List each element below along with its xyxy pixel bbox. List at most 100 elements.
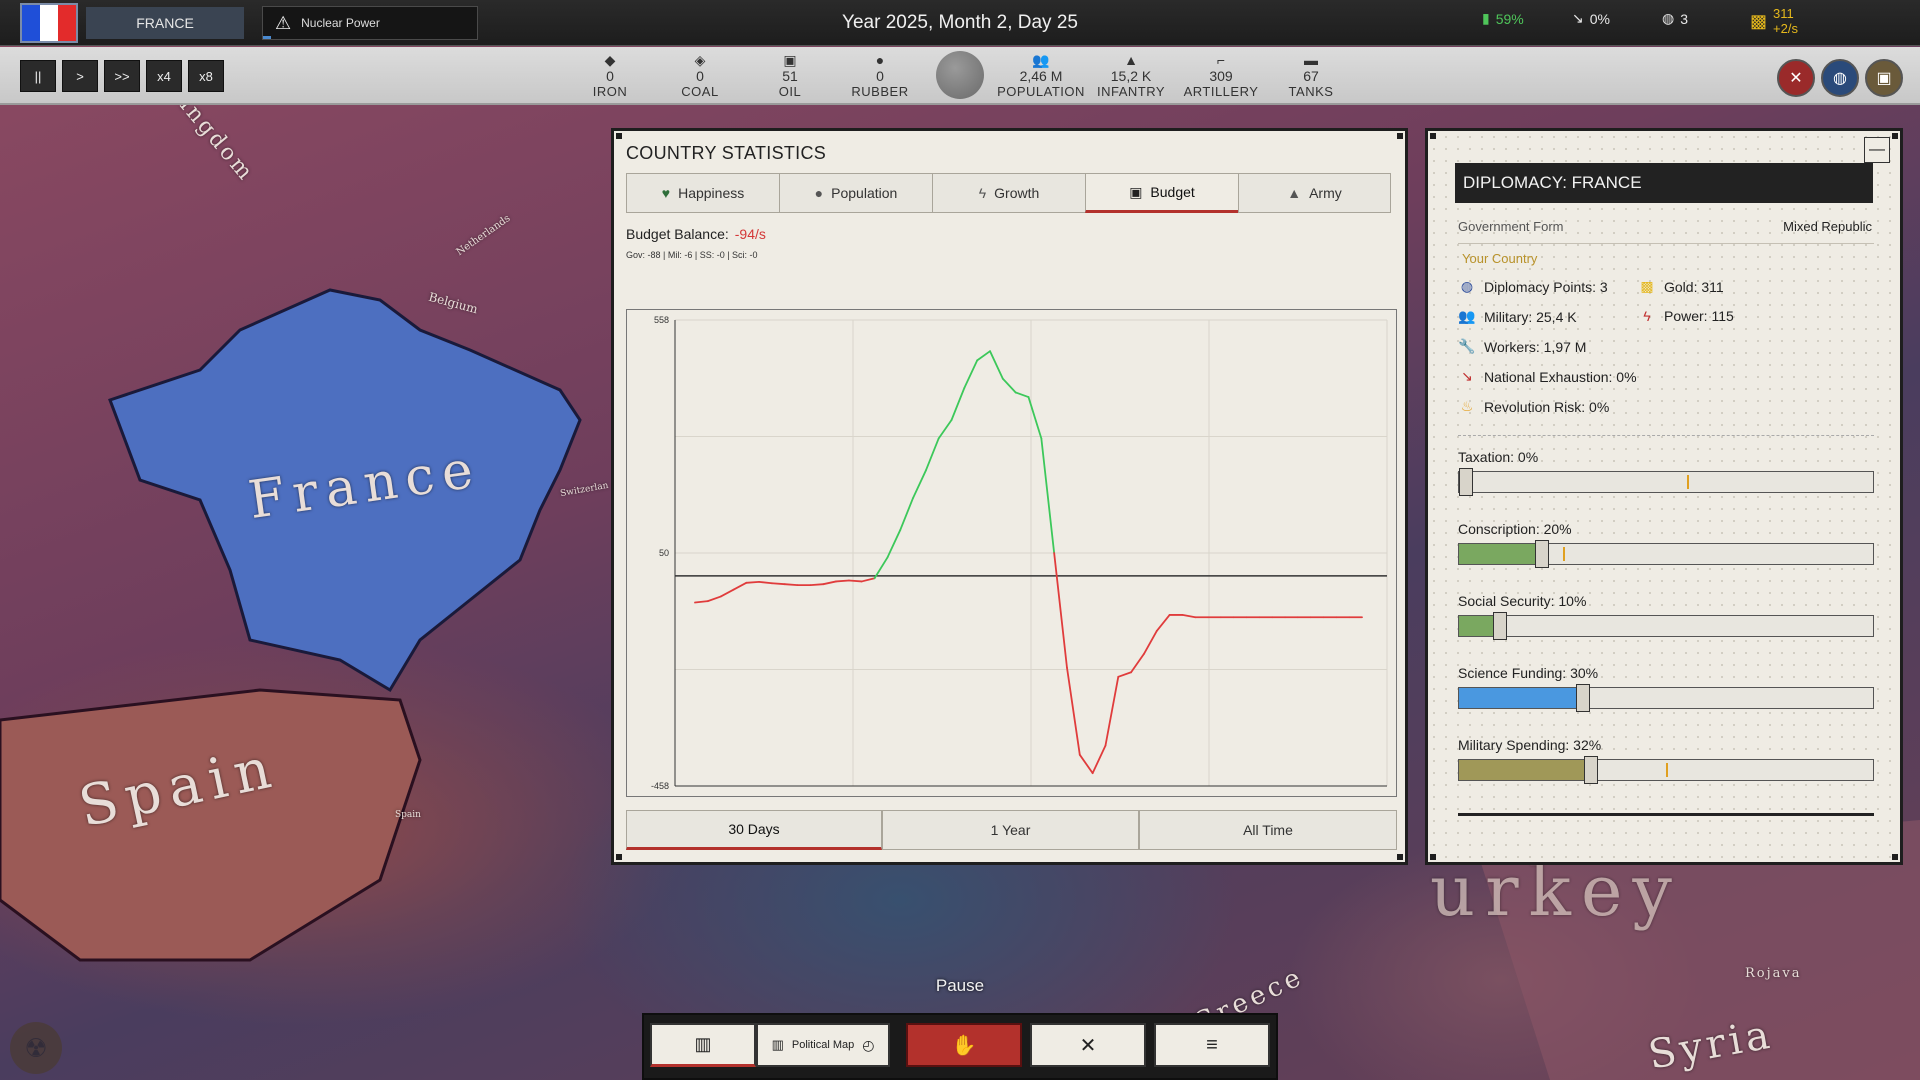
chart-line-segment <box>694 600 709 604</box>
play-button[interactable]: > <box>62 60 98 92</box>
map-icon: ▥ <box>694 1034 712 1054</box>
military-button[interactable]: ✕ <box>1030 1023 1146 1067</box>
crossed-swords-icon: ✕ <box>1789 70 1803 87</box>
exhaustion-stat[interactable]: ↘ 0% <box>1572 10 1610 27</box>
nuclear-power-button[interactable]: ⚠ Nuclear Power <box>262 6 478 40</box>
chart-line-segment <box>1053 552 1068 669</box>
budget-chart-svg: 558 50 -458 <box>651 315 1388 791</box>
diplomacy-points-stat[interactable]: ◍ 3 <box>1662 10 1688 27</box>
resource-rubber[interactable]: ● 0 RUBBER <box>835 52 925 99</box>
map-label-spain-small: Spain <box>395 810 421 820</box>
minimize-button[interactable]: — <box>1864 137 1890 163</box>
chart-line-segment <box>873 556 889 580</box>
map-icon: ▥ <box>771 1037 784 1052</box>
diplomacy-handshake-button[interactable]: ✋ <box>906 1023 1022 1067</box>
pause-button[interactable]: || <box>20 60 56 92</box>
panel-title: COUNTRY STATISTICS <box>626 143 827 163</box>
tab-happiness[interactable]: ♥ Happiness <box>626 173 780 213</box>
war-button[interactable]: ✕ <box>1777 59 1815 97</box>
country-name-button[interactable]: FRANCE <box>86 7 244 39</box>
spain-region[interactable] <box>0 688 422 962</box>
approval-stat[interactable]: ▮ 59% <box>1482 10 1524 27</box>
hamburger-menu-icon: ≡ <box>1206 1033 1218 1056</box>
slider-label: Taxation: 0% <box>1458 449 1539 465</box>
policy-slider[interactable] <box>1458 756 1874 784</box>
oil-label: OIL <box>778 84 802 99</box>
speed-x8-button[interactable]: x8 <box>188 60 224 92</box>
chart-line-segment <box>1066 666 1081 756</box>
resource-infantry[interactable]: ▲ 15,2 K INFANTRY <box>1086 52 1176 99</box>
chart-line-segment <box>732 581 748 591</box>
slider-label: Science Funding: 30% <box>1458 665 1599 681</box>
resource-artillery[interactable]: ⌐ 309 ARTILLERY <box>1176 52 1266 99</box>
range-30-days[interactable]: 30 Days <box>626 810 882 850</box>
chart-line-segment <box>937 419 953 440</box>
military-text: Military: 25,4 K <box>1484 308 1577 325</box>
game-date: Year 2025, Month 2, Day 25 <box>842 12 1078 33</box>
chart-line-segment <box>719 588 735 598</box>
resource-population[interactable]: 👥 2,46 M POPULATION <box>995 52 1087 99</box>
resource-oil[interactable]: ▣ 51 OIL <box>745 52 835 99</box>
speed-x4-button[interactable]: x4 <box>146 60 182 92</box>
slider-knob[interactable] <box>1584 756 1599 784</box>
tab-budget[interactable]: ▣ Budget <box>1085 173 1239 213</box>
oil-value: 51 <box>782 68 798 84</box>
person-icon: ● <box>814 185 824 201</box>
nuclear-warning-icon: ⚠ <box>275 12 292 33</box>
policy-slider[interactable] <box>1458 540 1874 568</box>
chart-y-tick-label: 50 <box>659 548 669 558</box>
iron-label: IRON <box>592 84 628 99</box>
map-mode-button[interactable]: ▥ <box>650 1023 756 1067</box>
range-all-time[interactable]: All Time <box>1139 810 1397 850</box>
chart-line-segment <box>976 350 991 362</box>
resource-iron[interactable]: ◆ 0 IRON <box>565 52 655 99</box>
trend-down-icon: ↘ <box>1461 368 1473 384</box>
policy-slider[interactable] <box>1458 468 1874 496</box>
range-1-year[interactable]: 1 Year <box>882 810 1139 850</box>
money-icon: ▣ <box>1876 70 1892 87</box>
tab-growth[interactable]: ϟ Growth <box>932 173 1086 213</box>
slider-knob[interactable] <box>1459 468 1473 496</box>
tab-army[interactable]: ▲ Army <box>1238 173 1391 213</box>
slider-knob[interactable] <box>1493 612 1508 640</box>
population-label: POPULATION <box>997 84 1085 99</box>
slider-label: Social Security: 10% <box>1458 593 1587 609</box>
slider-knob[interactable] <box>1534 540 1549 568</box>
slider-fill <box>1459 760 1592 780</box>
menu-button[interactable]: ≡ <box>1154 1023 1270 1067</box>
minus-icon: — <box>1869 141 1885 158</box>
chart-y-tick-label: 558 <box>654 315 669 325</box>
artillery-value: 309 <box>1209 68 1233 84</box>
slider-target-mark <box>1666 763 1668 777</box>
workers-text: Workers: 1,97 M <box>1484 338 1587 355</box>
radiation-icon[interactable]: ☢ <box>10 1022 62 1074</box>
globe-view-button[interactable] <box>936 51 984 99</box>
coal-label: COAL <box>681 84 719 99</box>
economy-button[interactable]: ▣ <box>1865 59 1903 97</box>
diplomacy-button[interactable]: ◍ <box>1821 59 1859 97</box>
chart-line-segment <box>706 595 722 603</box>
resource-coal[interactable]: ◈ 0 COAL <box>655 52 745 99</box>
policy-slider[interactable] <box>1458 612 1874 640</box>
chart-line-segment <box>860 577 876 583</box>
chart-line-segment <box>963 359 979 389</box>
government-form-value: Mixed Republic <box>1783 219 1872 234</box>
nuclear-power-label: Nuclear Power <box>301 16 380 30</box>
political-map-label: Political Map <box>791 1039 855 1051</box>
wrench-icon: 🔧 <box>1458 338 1476 354</box>
policy-slider[interactable] <box>1458 684 1874 712</box>
population-value: 2,46 M <box>1019 68 1063 84</box>
chart-line-segment <box>809 583 825 587</box>
slider-knob[interactable] <box>1576 684 1591 712</box>
population-icon: 👥 <box>1032 52 1050 68</box>
political-map-button[interactable]: ▥ Political Map ◴ <box>756 1023 890 1067</box>
tab-population[interactable]: ● Population <box>779 173 933 213</box>
country-flag[interactable] <box>20 3 78 43</box>
slider-label: Conscription: 20% <box>1458 521 1572 537</box>
gold-stat[interactable]: ▩ 311 +2/s <box>1750 6 1798 36</box>
resource-tanks[interactable]: ▬ 67 TANKS <box>1266 52 1356 99</box>
diplomacy-title: DIPLOMACY: FRANCE <box>1455 163 1873 203</box>
fast-forward-button[interactable]: >> <box>104 60 140 92</box>
gold-icon: ▩ <box>1640 278 1654 294</box>
gold-value: 311 <box>1773 6 1794 21</box>
